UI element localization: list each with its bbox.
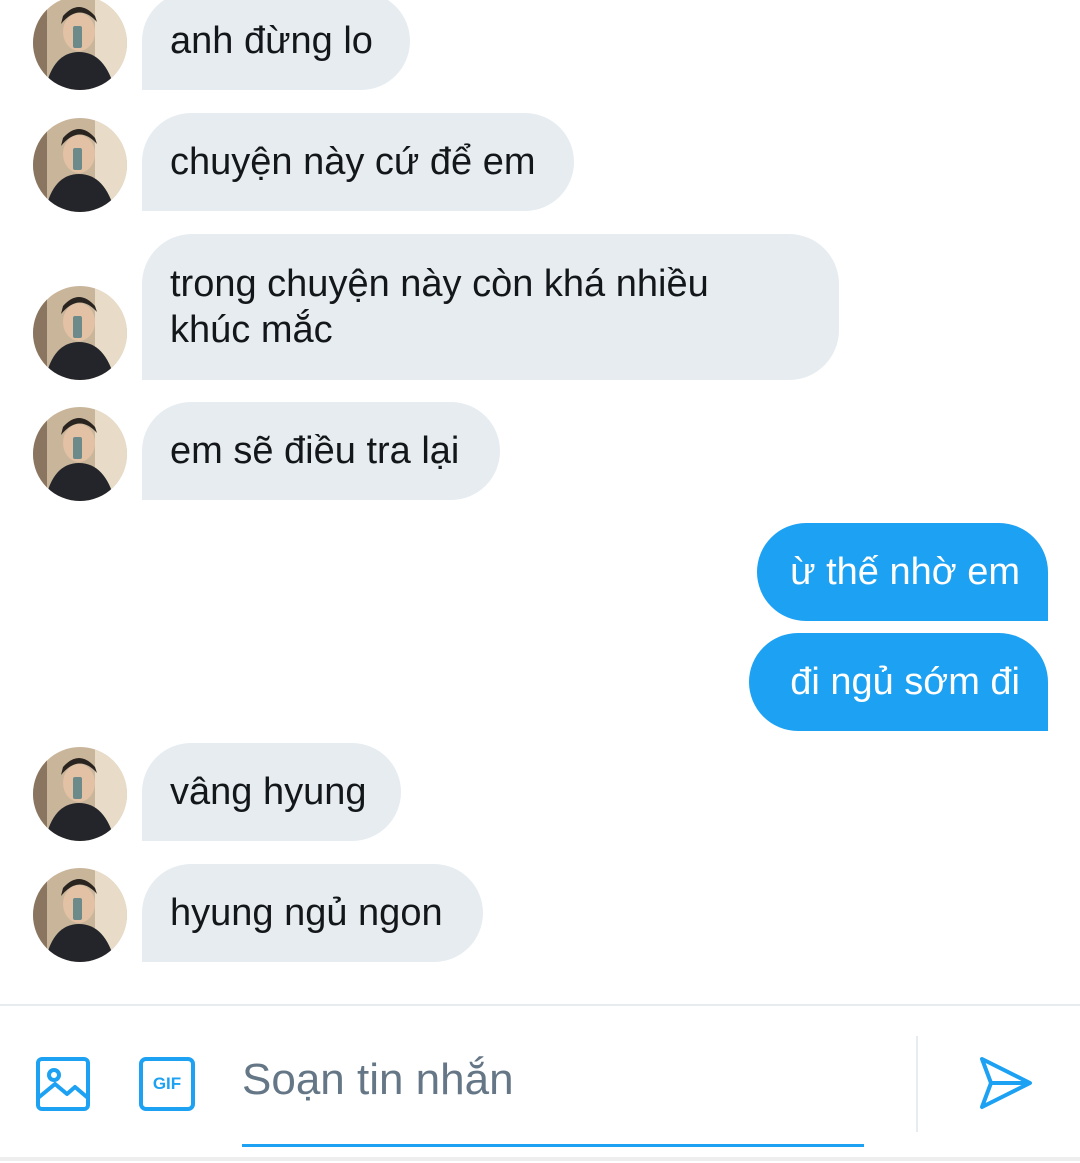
avatar[interactable]: [33, 118, 127, 212]
incoming-message-bubble[interactable]: chuyện này cứ để em: [142, 113, 574, 211]
add-gif-button[interactable]: GIF: [138, 1056, 196, 1112]
message-input[interactable]: [242, 1054, 864, 1106]
send-button[interactable]: [978, 1054, 1034, 1112]
message-text: trong chuyện này còn khá nhiều khúc mắc: [170, 263, 709, 351]
outgoing-message-bubble[interactable]: đi ngủ sớm đi: [749, 633, 1048, 731]
avatar-photo: [33, 286, 127, 380]
message-text: chuyện này cứ để em: [170, 141, 536, 183]
gif-label: GIF: [152, 1074, 182, 1093]
incoming-message-bubble[interactable]: em sẽ điều tra lại: [142, 402, 500, 500]
image-icon: [36, 1057, 90, 1111]
avatar[interactable]: [33, 868, 127, 962]
incoming-message-bubble[interactable]: trong chuyện này còn khá nhiều khúc mắc: [142, 234, 839, 380]
incoming-message-bubble[interactable]: anh đừng lo: [142, 0, 410, 90]
message-text: vâng hyung: [170, 771, 367, 813]
avatar-photo: [33, 407, 127, 501]
message-text: đi ngủ sớm đi: [790, 661, 1020, 703]
message-text: em sẽ điều tra lại: [170, 430, 460, 472]
message-text: ừ thế nhờ em: [790, 551, 1020, 593]
avatar-photo: [33, 868, 127, 962]
incoming-message-bubble[interactable]: vâng hyung: [142, 743, 401, 841]
input-underline: [242, 1144, 864, 1147]
avatar[interactable]: [33, 286, 127, 380]
avatar-photo: [33, 747, 127, 841]
avatar-photo: [33, 118, 127, 212]
message-text: hyung ngủ ngon: [170, 892, 443, 934]
avatar[interactable]: [33, 0, 127, 90]
message-composer: GIF: [0, 1004, 1080, 1163]
composer-divider: [916, 1036, 918, 1132]
avatar[interactable]: [33, 407, 127, 501]
message-list[interactable]: anh đừng lo chuyện này cứ để em trong ch…: [0, 0, 1080, 1004]
add-photo-button[interactable]: [35, 1056, 91, 1112]
send-icon: [980, 1057, 1032, 1109]
bottom-divider: [0, 1157, 1080, 1161]
incoming-message-bubble[interactable]: hyung ngủ ngon: [142, 864, 483, 962]
outgoing-message-bubble[interactable]: ừ thế nhờ em: [757, 523, 1048, 621]
avatar[interactable]: [33, 747, 127, 841]
message-text: anh đừng lo: [170, 20, 373, 62]
avatar-photo: [33, 0, 127, 90]
